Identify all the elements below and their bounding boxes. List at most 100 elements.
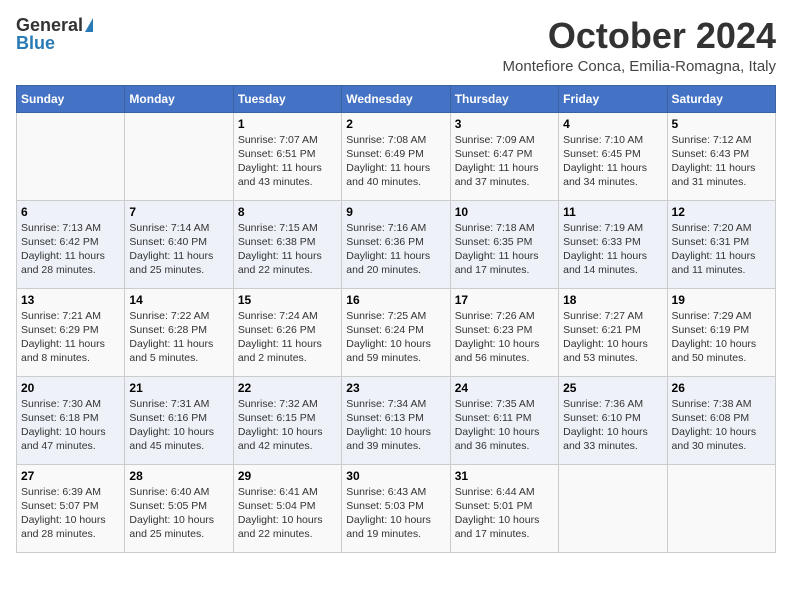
day-detail: Sunrise: 7:09 AMSunset: 6:47 PMDaylight:… bbox=[455, 133, 554, 190]
calendar-cell bbox=[667, 464, 775, 552]
calendar-cell: 29Sunrise: 6:41 AMSunset: 5:04 PMDayligh… bbox=[233, 464, 341, 552]
calendar-week-row: 6 Sunrise: 7:13 AMSunset: 6:42 PMDaylight… bbox=[17, 200, 776, 288]
day-detail: Sunrise: 7:25 AMSunset: 6:24 PMDaylight:… bbox=[346, 309, 445, 366]
calendar-cell: 27 Sunrise: 6:39 AMSunset: 5:07 PMDayligh… bbox=[17, 464, 125, 552]
calendar-cell: 25Sunrise: 7:36 AMSunset: 6:10 PMDayligh… bbox=[559, 376, 667, 464]
calendar-cell: 13 Sunrise: 7:21 AMSunset: 6:29 PMDayligh… bbox=[17, 288, 125, 376]
calendar-cell: 23 Sunrise: 7:34 AMSunset: 6:13 PMDayligh… bbox=[342, 376, 450, 464]
day-detail: Sunrise: 7:24 AMSunset: 6:26 PMDaylight:… bbox=[238, 309, 337, 366]
day-number: 12 bbox=[672, 205, 771, 219]
calendar-cell: 3Sunrise: 7:09 AMSunset: 6:47 PMDaylight… bbox=[450, 112, 558, 200]
day-of-week-header: Thursday bbox=[450, 85, 558, 112]
calendar-cell: 20Sunrise: 7:30 AMSunset: 6:18 PMDayligh… bbox=[17, 376, 125, 464]
calendar-cell: 30 Sunrise: 6:43 AMSunset: 5:03 PMDayligh… bbox=[342, 464, 450, 552]
calendar-cell: 5 Sunrise: 7:12 AMSunset: 6:43 PMDaylight… bbox=[667, 112, 775, 200]
day-number: 14 bbox=[129, 293, 228, 307]
calendar-cell: 1 Sunrise: 7:07 AMSunset: 6:51 PMDaylight… bbox=[233, 112, 341, 200]
calendar-table: SundayMondayTuesdayWednesdayThursdayFrid… bbox=[16, 85, 776, 553]
day-detail: Sunrise: 7:14 AMSunset: 6:40 PMDaylight:… bbox=[129, 221, 228, 278]
logo-blue-text: Blue bbox=[16, 34, 55, 52]
day-number: 17 bbox=[455, 293, 554, 307]
day-number: 16 bbox=[346, 293, 445, 307]
calendar-cell: 24 Sunrise: 7:35 AMSunset: 6:11 PMDayligh… bbox=[450, 376, 558, 464]
day-detail: Sunrise: 7:26 AMSunset: 6:23 PMDaylight:… bbox=[455, 309, 554, 366]
day-number: 15 bbox=[238, 293, 337, 307]
day-detail: Sunrise: 7:22 AMSunset: 6:28 PMDaylight:… bbox=[129, 309, 228, 366]
calendar-week-row: 13 Sunrise: 7:21 AMSunset: 6:29 PMDayligh… bbox=[17, 288, 776, 376]
day-number: 8 bbox=[238, 205, 337, 219]
day-number: 10 bbox=[455, 205, 554, 219]
day-detail: Sunrise: 7:34 AMSunset: 6:13 PMDaylight:… bbox=[346, 397, 445, 454]
calendar-cell: 16 Sunrise: 7:25 AMSunset: 6:24 PMDayligh… bbox=[342, 288, 450, 376]
day-number: 9 bbox=[346, 205, 445, 219]
day-detail: Sunrise: 7:19 AMSunset: 6:33 PMDaylight:… bbox=[563, 221, 662, 278]
calendar-cell: 15 Sunrise: 7:24 AMSunset: 6:26 PMDayligh… bbox=[233, 288, 341, 376]
day-number: 22 bbox=[238, 381, 337, 395]
calendar-cell bbox=[125, 112, 233, 200]
title-area: October 2024 Montefiore Conca, Emilia-Ro… bbox=[503, 16, 776, 75]
calendar-cell: 2Sunrise: 7:08 AMSunset: 6:49 PMDaylight… bbox=[342, 112, 450, 200]
day-detail: Sunrise: 7:27 AMSunset: 6:21 PMDaylight:… bbox=[563, 309, 662, 366]
day-number: 23 bbox=[346, 381, 445, 395]
calendar-cell: 4 Sunrise: 7:10 AMSunset: 6:45 PMDaylight… bbox=[559, 112, 667, 200]
day-number: 13 bbox=[21, 293, 120, 307]
calendar-cell bbox=[17, 112, 125, 200]
logo: General Blue bbox=[16, 16, 93, 52]
day-number: 30 bbox=[346, 469, 445, 483]
day-detail: Sunrise: 7:35 AMSunset: 6:11 PMDaylight:… bbox=[455, 397, 554, 454]
day-detail: Sunrise: 7:18 AMSunset: 6:35 PMDaylight:… bbox=[455, 221, 554, 278]
day-of-week-header: Monday bbox=[125, 85, 233, 112]
calendar-cell: 14 Sunrise: 7:22 AMSunset: 6:28 PMDayligh… bbox=[125, 288, 233, 376]
day-number: 2 bbox=[346, 117, 445, 131]
header: General Blue October 2024 Montefiore Con… bbox=[16, 16, 776, 75]
day-detail: Sunrise: 6:39 AMSunset: 5:07 PMDaylight:… bbox=[21, 485, 120, 542]
day-detail: Sunrise: 7:10 AMSunset: 6:45 PMDaylight:… bbox=[563, 133, 662, 190]
day-number: 26 bbox=[672, 381, 771, 395]
day-detail: Sunrise: 7:13 AMSunset: 6:42 PMDaylight:… bbox=[21, 221, 120, 278]
day-detail: Sunrise: 7:32 AMSunset: 6:15 PMDaylight:… bbox=[238, 397, 337, 454]
location-title: Montefiore Conca, Emilia-Romagna, Italy bbox=[503, 58, 776, 75]
calendar-cell: 10 Sunrise: 7:18 AMSunset: 6:35 PMDayligh… bbox=[450, 200, 558, 288]
calendar-cell: 28Sunrise: 6:40 AMSunset: 5:05 PMDayligh… bbox=[125, 464, 233, 552]
day-of-week-header: Sunday bbox=[17, 85, 125, 112]
day-detail: Sunrise: 6:40 AMSunset: 5:05 PMDaylight:… bbox=[129, 485, 228, 542]
day-detail: Sunrise: 6:43 AMSunset: 5:03 PMDaylight:… bbox=[346, 485, 445, 542]
calendar-cell: 18Sunrise: 7:27 AMSunset: 6:21 PMDayligh… bbox=[559, 288, 667, 376]
day-detail: Sunrise: 6:41 AMSunset: 5:04 PMDaylight:… bbox=[238, 485, 337, 542]
day-number: 4 bbox=[563, 117, 662, 131]
day-detail: Sunrise: 7:36 AMSunset: 6:10 PMDaylight:… bbox=[563, 397, 662, 454]
calendar-header-row: SundayMondayTuesdayWednesdayThursdayFrid… bbox=[17, 85, 776, 112]
calendar-cell: 26 Sunrise: 7:38 AMSunset: 6:08 PMDayligh… bbox=[667, 376, 775, 464]
calendar-cell: 11 Sunrise: 7:19 AMSunset: 6:33 PMDayligh… bbox=[559, 200, 667, 288]
day-detail: Sunrise: 7:30 AMSunset: 6:18 PMDaylight:… bbox=[21, 397, 120, 454]
day-number: 6 bbox=[21, 205, 120, 219]
day-of-week-header: Saturday bbox=[667, 85, 775, 112]
day-detail: Sunrise: 6:44 AMSunset: 5:01 PMDaylight:… bbox=[455, 485, 554, 542]
logo-general-text: General bbox=[16, 16, 83, 34]
calendar-cell: 12Sunrise: 7:20 AMSunset: 6:31 PMDayligh… bbox=[667, 200, 775, 288]
day-detail: Sunrise: 7:15 AMSunset: 6:38 PMDaylight:… bbox=[238, 221, 337, 278]
day-number: 27 bbox=[21, 469, 120, 483]
month-title: October 2024 bbox=[503, 16, 776, 56]
day-number: 1 bbox=[238, 117, 337, 131]
calendar-cell: 22 Sunrise: 7:32 AMSunset: 6:15 PMDayligh… bbox=[233, 376, 341, 464]
calendar-cell: 21Sunrise: 7:31 AMSunset: 6:16 PMDayligh… bbox=[125, 376, 233, 464]
day-number: 24 bbox=[455, 381, 554, 395]
calendar-cell: 9 Sunrise: 7:16 AMSunset: 6:36 PMDaylight… bbox=[342, 200, 450, 288]
day-number: 11 bbox=[563, 205, 662, 219]
calendar-cell: 8 Sunrise: 7:15 AMSunset: 6:38 PMDaylight… bbox=[233, 200, 341, 288]
calendar-cell: 19Sunrise: 7:29 AMSunset: 6:19 PMDayligh… bbox=[667, 288, 775, 376]
day-detail: Sunrise: 7:29 AMSunset: 6:19 PMDaylight:… bbox=[672, 309, 771, 366]
calendar-cell: 31Sunrise: 6:44 AMSunset: 5:01 PMDayligh… bbox=[450, 464, 558, 552]
day-detail: Sunrise: 7:12 AMSunset: 6:43 PMDaylight:… bbox=[672, 133, 771, 190]
day-number: 5 bbox=[672, 117, 771, 131]
day-detail: Sunrise: 7:16 AMSunset: 6:36 PMDaylight:… bbox=[346, 221, 445, 278]
day-detail: Sunrise: 7:21 AMSunset: 6:29 PMDaylight:… bbox=[21, 309, 120, 366]
calendar-cell bbox=[559, 464, 667, 552]
day-number: 21 bbox=[129, 381, 228, 395]
day-of-week-header: Friday bbox=[559, 85, 667, 112]
calendar-week-row: 1 Sunrise: 7:07 AMSunset: 6:51 PMDaylight… bbox=[17, 112, 776, 200]
day-detail: Sunrise: 7:38 AMSunset: 6:08 PMDaylight:… bbox=[672, 397, 771, 454]
calendar-cell: 7Sunrise: 7:14 AMSunset: 6:40 PMDaylight… bbox=[125, 200, 233, 288]
day-detail: Sunrise: 7:07 AMSunset: 6:51 PMDaylight:… bbox=[238, 133, 337, 190]
